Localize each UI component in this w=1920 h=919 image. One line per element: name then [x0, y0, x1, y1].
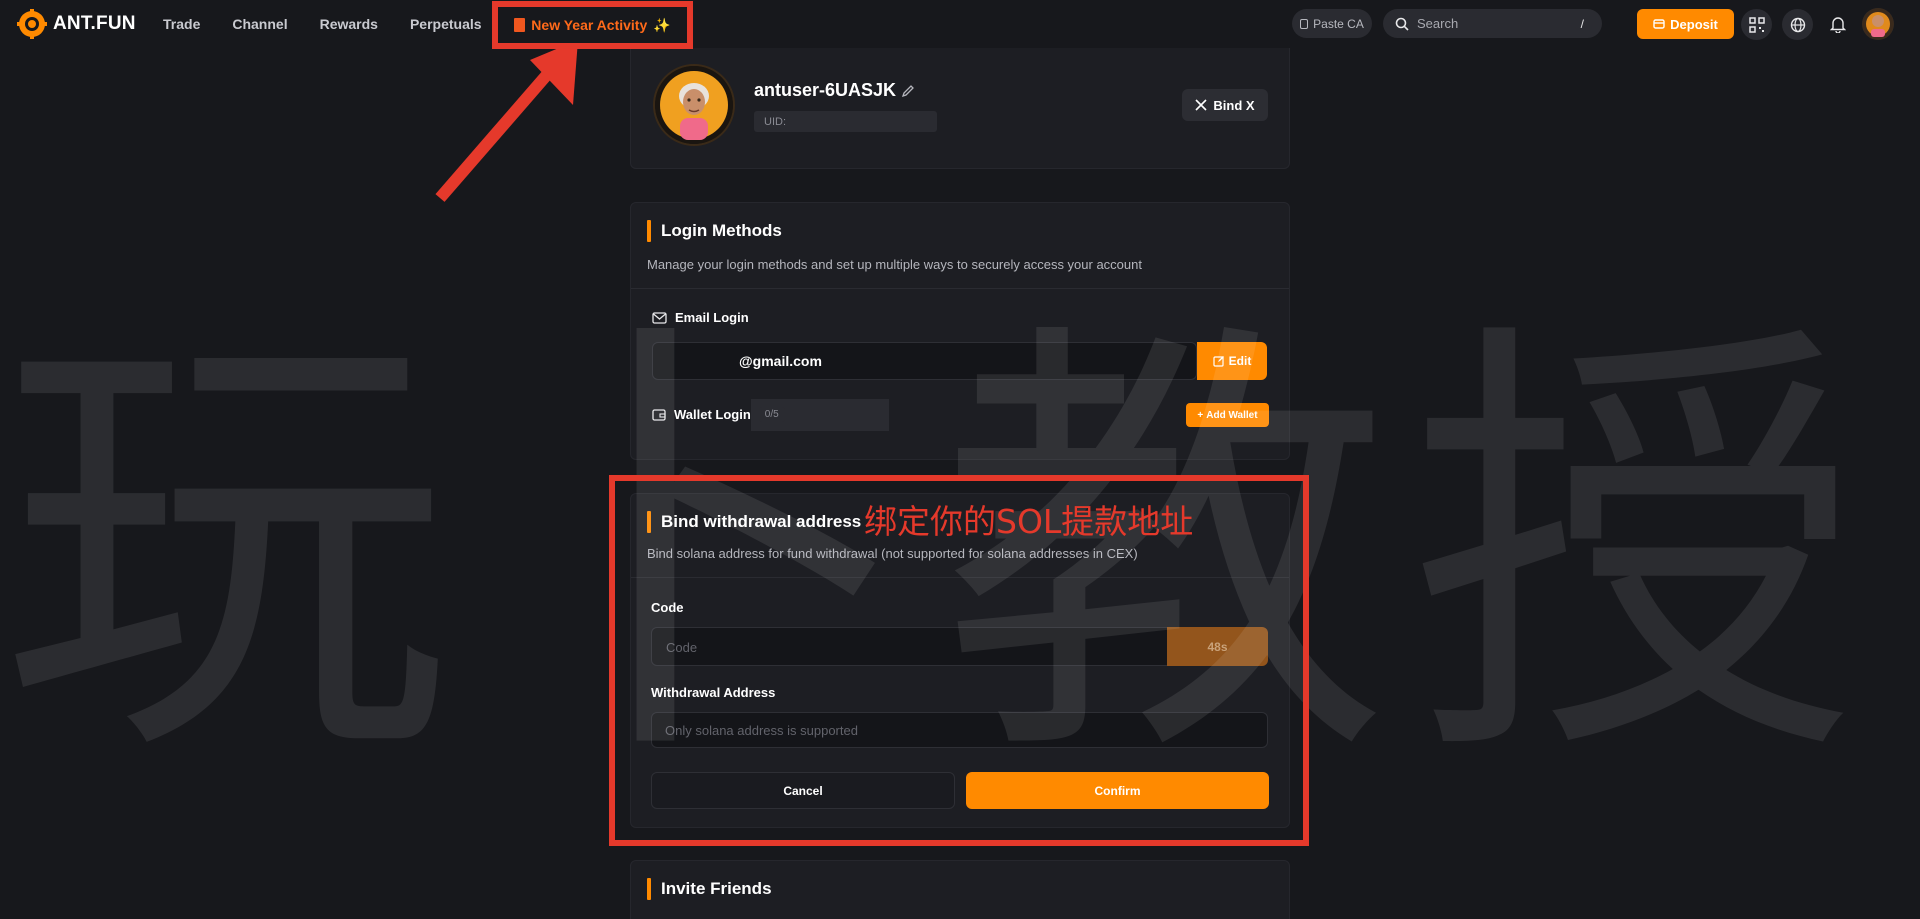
edit-email-label: Edit: [1228, 354, 1252, 368]
paste-ca-label: Paste CA: [1313, 16, 1364, 31]
profile-card: antuser-6UASJK UID: Bind X: [630, 48, 1290, 169]
login-methods-title: Login Methods: [647, 220, 782, 242]
confirm-button[interactable]: Confirm: [966, 772, 1269, 809]
nav-item-rewards[interactable]: Rewards: [320, 16, 378, 32]
search-input[interactable]: Search /: [1383, 9, 1602, 38]
user-avatar-button[interactable]: [1862, 8, 1894, 40]
cancel-button[interactable]: Cancel: [651, 772, 955, 809]
qr-code-icon: [1748, 16, 1765, 33]
code-input[interactable]: Code: [651, 627, 1168, 666]
avatar: [1862, 8, 1894, 40]
book-icon: [514, 18, 526, 32]
wallet-login-text: Wallet Login: [674, 407, 751, 422]
section-accent-bar: [647, 878, 651, 900]
mail-icon: [652, 311, 667, 324]
bind-withdrawal-title-text: Bind withdrawal address: [661, 512, 862, 531]
annotation-text: 绑定你的SOL提款地址: [864, 502, 1194, 541]
section-divider: [631, 288, 1289, 289]
nav-item-new-year-activity[interactable]: New Year Activity ✨: [492, 1, 693, 49]
top-navigation-bar: ANT.FUN Trade Channel Rewards Perpetuals…: [0, 0, 1920, 49]
bind-x-label: Bind X: [1213, 97, 1255, 113]
profile-avatar: [653, 64, 735, 146]
plus-icon: +: [1197, 409, 1204, 421]
email-field: @gmail.com: [652, 342, 1197, 380]
section-divider: [631, 577, 1289, 578]
bind-withdrawal-title: Bind withdrawal address: [647, 511, 861, 533]
bind-withdrawal-card: Bind withdrawal address Bind solana addr…: [630, 493, 1290, 828]
wallet-icon: [1653, 19, 1665, 29]
paste-ca-button[interactable]: Paste CA: [1292, 9, 1372, 38]
section-accent-bar: [647, 511, 651, 533]
profile-uid: UID:: [754, 111, 937, 132]
qr-code-button[interactable]: [1741, 9, 1772, 40]
deposit-button[interactable]: Deposit: [1637, 9, 1734, 39]
annotation-arrow-icon: [435, 40, 578, 202]
email-login-label: Email Login: [652, 310, 749, 325]
sparkle-icon: ✨: [653, 16, 671, 33]
edit-username-icon[interactable]: [901, 84, 915, 98]
resend-code-timer: 48s: [1167, 627, 1268, 666]
globe-icon: [1790, 17, 1805, 32]
new-year-activity-label: New Year Activity: [531, 17, 648, 33]
nav-item-trade[interactable]: Trade: [163, 16, 200, 32]
avatar: [655, 66, 733, 144]
search-placeholder: Search: [1417, 16, 1459, 31]
login-methods-description: Manage your login methods and set up mul…: [647, 257, 1142, 272]
wallet-login-label: Wallet Login 0/5: [652, 407, 785, 422]
ant-logo-icon: [17, 9, 47, 39]
nav-item-channel[interactable]: Channel: [232, 16, 287, 32]
withdrawal-address-input[interactable]: Only solana address is supported: [651, 712, 1268, 748]
bind-withdrawal-description: Bind solana address for fund withdrawal …: [647, 546, 1138, 561]
x-logo-icon: [1195, 99, 1207, 111]
email-login-text: Email Login: [675, 310, 749, 325]
brand-name: ANT.FUN: [53, 13, 136, 34]
search-shortcut: /: [1580, 16, 1584, 31]
login-methods-card: Login Methods Manage your login methods …: [630, 202, 1290, 460]
add-wallet-button[interactable]: + Add Wallet: [1186, 403, 1269, 427]
profile-username: antuser-6UASJK: [754, 80, 897, 100]
nav-item-perpetuals[interactable]: Perpetuals: [410, 16, 482, 32]
section-accent-bar: [647, 220, 651, 242]
edit-icon: [1213, 356, 1224, 367]
add-wallet-label: Add Wallet: [1206, 409, 1258, 421]
withdrawal-address-label: Withdrawal Address: [651, 685, 776, 700]
bell-icon: [1829, 17, 1846, 33]
invite-friends-title: Invite Friends: [647, 878, 772, 900]
invite-friends-card: Invite Friends: [630, 860, 1290, 919]
invite-friends-title-text: Invite Friends: [661, 879, 772, 898]
edit-email-button[interactable]: Edit: [1197, 342, 1267, 380]
search-icon: [1395, 17, 1409, 31]
notifications-button[interactable]: [1822, 9, 1853, 40]
clipboard-icon: [1300, 18, 1309, 29]
bind-x-button[interactable]: Bind X: [1182, 89, 1268, 121]
deposit-label: Deposit: [1670, 16, 1718, 32]
brand-logo[interactable]: ANT.FUN: [17, 9, 136, 39]
wallet-icon: [652, 409, 666, 421]
wallet-count-badge: 0/5: [758, 407, 785, 422]
code-label: Code: [651, 600, 684, 615]
login-methods-title-text: Login Methods: [661, 221, 782, 240]
language-button[interactable]: [1782, 9, 1813, 40]
main-nav: Trade Channel Rewards Perpetuals: [163, 0, 514, 48]
